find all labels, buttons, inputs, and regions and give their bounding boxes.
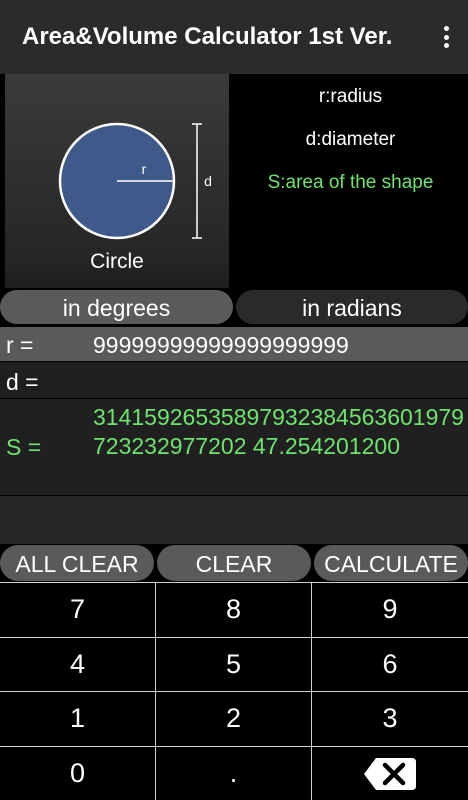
more-vert-icon[interactable] [442, 26, 450, 48]
area-row: S = 314159265358979323845636019797232329… [0, 399, 468, 495]
radians-button[interactable]: in radians [236, 290, 468, 324]
key-4[interactable]: 4 [0, 637, 156, 692]
degrees-button[interactable]: in degrees [0, 290, 233, 324]
legend-panel: r:radius d:diameter S:area of the shape [233, 74, 468, 288]
backspace-icon [364, 757, 416, 790]
diameter-row[interactable]: d = [0, 362, 468, 398]
clear-button[interactable]: CLEAR [157, 545, 311, 581]
action-buttons: ALL CLEAR CLEAR CALCULATE [0, 545, 468, 581]
key-0[interactable]: 0 [0, 746, 156, 800]
key-decimal[interactable]: . [156, 746, 312, 800]
number-keypad: 7 8 9 4 5 6 1 2 3 0 . [0, 582, 468, 800]
legend-diameter: d:diameter [305, 129, 396, 150]
all-clear-button[interactable]: ALL CLEAR [0, 545, 154, 581]
key-8[interactable]: 8 [156, 583, 312, 638]
app-bar: Area&Volume Calculator 1st Ver. [0, 0, 468, 74]
radius-row[interactable]: r = 99999999999999999999 [0, 327, 468, 361]
spacer-bar [0, 496, 468, 544]
backspace-key[interactable] [312, 746, 468, 800]
legend-area: S:area of the shape [267, 172, 434, 193]
key-5[interactable]: 5 [156, 637, 312, 692]
area-label: S = [6, 434, 42, 460]
unit-toggle: in degrees in radians [0, 290, 468, 324]
key-3[interactable]: 3 [312, 692, 468, 747]
key-1[interactable]: 1 [0, 692, 156, 747]
app-title: Area&Volume Calculator 1st Ver. [22, 23, 393, 50]
legend-radius: r:radius [318, 86, 383, 107]
shape-figure-panel: r d Circle [5, 74, 229, 288]
diameter-symbol: d [204, 173, 212, 189]
key-9[interactable]: 9 [312, 583, 468, 638]
key-7[interactable]: 7 [0, 583, 156, 638]
radius-value[interactable]: 99999999999999999999 [93, 332, 349, 359]
key-6[interactable]: 6 [312, 637, 468, 692]
radius-symbol: r [142, 161, 147, 177]
radius-label: r = [6, 332, 34, 358]
area-value: 3141592653589793238456360197972323297720… [93, 404, 464, 459]
diameter-label: d = [6, 369, 39, 395]
key-2[interactable]: 2 [156, 692, 312, 747]
calculate-button[interactable]: CALCULATE [314, 545, 468, 581]
shape-name: Circle [90, 250, 144, 273]
